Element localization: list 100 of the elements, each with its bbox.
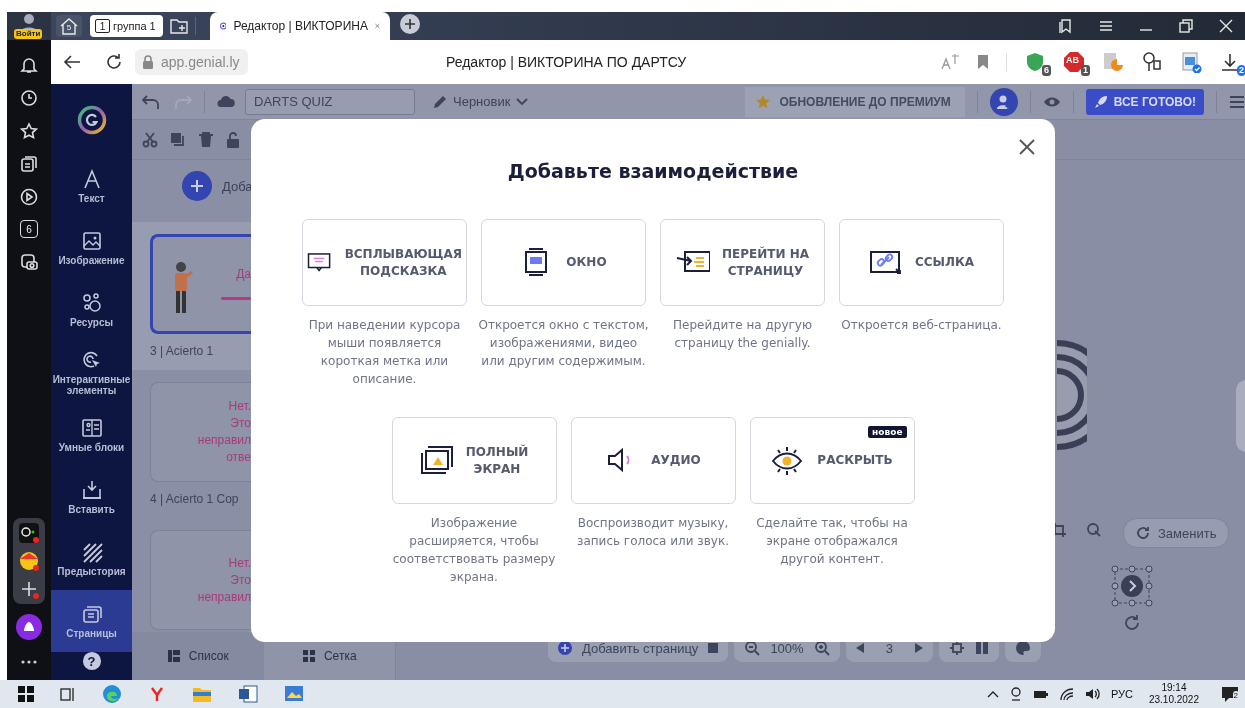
fullscreen-option-icon	[419, 444, 454, 477]
tray-up-icon[interactable]	[986, 690, 999, 698]
home-count: 5	[66, 23, 72, 32]
sidebar-label: Страницы	[66, 628, 117, 640]
sidebar-item[interactable]: Предыстория	[51, 527, 132, 591]
help-button[interactable]: ?	[82, 652, 101, 671]
shield-extension-icon[interactable]	[1024, 51, 1046, 73]
volume-icon[interactable]	[1084, 687, 1101, 701]
collections-icon[interactable]	[20, 155, 38, 173]
reload-icon[interactable]	[105, 53, 123, 71]
clock[interactable]: 19:14 23.10.2022	[1148, 682, 1199, 706]
title-field[interactable]: DARTS QUIZ	[245, 88, 415, 115]
sidebar-item[interactable]: Ресурсы	[51, 279, 132, 342]
close-window-icon[interactable]	[1219, 19, 1233, 33]
cut-icon[interactable]	[142, 131, 158, 148]
new-badge: новое	[868, 426, 907, 438]
interaction-option[interactable]: АУДИО	[570, 417, 736, 504]
zoom-out-icon[interactable]	[744, 640, 761, 656]
login-label[interactable]: Войти	[14, 29, 43, 39]
house-icon	[59, 17, 79, 35]
thumbnail-text: Это	[230, 415, 251, 432]
interaction-option[interactable]: ВСПЛЫВАЮЩАЯ ПОДСКАЗКА	[302, 219, 467, 306]
add-page-button[interactable]	[182, 171, 212, 201]
view-tab[interactable]: Список	[132, 632, 264, 680]
unlock-icon[interactable]	[226, 131, 240, 148]
interaction-option[interactable]: новое РАСКРЫТЬ	[749, 417, 915, 504]
replace-button[interactable]: Заменить	[1123, 518, 1230, 548]
new-tab-icon[interactable]	[399, 14, 420, 34]
menu-icon[interactable]	[1099, 20, 1113, 32]
notifications-icon[interactable]	[20, 56, 38, 74]
tabs-bookmark-icon[interactable]	[1057, 18, 1073, 34]
next-page-icon[interactable]	[914, 643, 923, 653]
fit-screen-icon[interactable]	[948, 640, 965, 656]
bookmark-icon[interactable]	[977, 54, 989, 70]
translate-icon[interactable]	[940, 53, 960, 71]
sidebar-item[interactable]: Изображение	[51, 217, 132, 280]
battery-icon[interactable]	[1032, 688, 1049, 700]
back-icon[interactable]	[63, 54, 81, 70]
windows-start-icon[interactable]	[18, 686, 34, 702]
folder-icon[interactable]	[192, 685, 212, 703]
camera-app-icon[interactable]	[18, 522, 40, 544]
palette-icon[interactable]	[1014, 640, 1031, 656]
screenshot-camera-icon[interactable]	[20, 253, 38, 271]
webcam-icon[interactable]	[1008, 686, 1023, 702]
previous-page-icon[interactable]	[855, 643, 864, 653]
preview-eye-icon[interactable]	[1042, 95, 1061, 108]
undo-icon[interactable]	[142, 93, 160, 110]
image-extension-icon[interactable]	[1180, 51, 1202, 73]
pages-tool-icon	[80, 603, 103, 626]
new-group-icon[interactable]	[168, 17, 189, 35]
interaction-option[interactable]: ПЕРЕЙТИ НА СТРАНИЦУ	[660, 219, 825, 306]
bookmarks-star-icon[interactable]	[20, 122, 38, 140]
home-tab[interactable]: 5	[56, 15, 82, 37]
edge-browser-icon[interactable]	[102, 684, 122, 704]
rocket-icon	[1093, 94, 1108, 109]
zoom-in-icon[interactable]	[813, 640, 830, 656]
add-collaborator-button[interactable]	[989, 87, 1018, 116]
hamburger-menu-icon[interactable]	[1229, 94, 1245, 109]
columns-icon[interactable]	[974, 641, 989, 655]
page-caption: 4 | Acierto 1 Cop	[150, 492, 240, 506]
restore-icon[interactable]	[1179, 19, 1193, 33]
image-app-icon[interactable]	[284, 685, 304, 703]
assistant-icon[interactable]	[16, 614, 42, 640]
input-language[interactable]: РУС	[1110, 688, 1133, 700]
url-text: app.genial.ly	[161, 54, 240, 70]
delete-icon[interactable]	[198, 131, 214, 148]
sidebar-item[interactable]: Текст	[51, 155, 132, 218]
stop-sign-extension-icon[interactable]	[1063, 51, 1085, 73]
sidebar-item[interactable]: Интерактивные элементы	[51, 341, 132, 404]
history-icon[interactable]	[20, 89, 38, 107]
lock-icon	[141, 54, 155, 70]
more-dots-icon[interactable]	[21, 660, 37, 664]
option-description: Воспроизводит музыку, запись голоса или звук.	[576, 515, 730, 550]
tab-group[interactable]: 1 группа 1	[90, 15, 163, 37]
publish-button[interactable]: ВСЕ ГОТОВО!	[1085, 88, 1204, 115]
duplicate-icon[interactable]	[170, 131, 186, 148]
mail-app-icon[interactable]	[18, 550, 40, 572]
extension-badge: 2	[1237, 65, 1245, 76]
extension-label: AB	[1066, 55, 1079, 65]
calendar-day[interactable]: 6	[20, 220, 38, 238]
sidebar-item[interactable]: Страницы	[51, 590, 132, 653]
rotate-icon[interactable]	[1123, 614, 1141, 632]
star-icon	[755, 93, 772, 110]
play-icon[interactable]	[20, 188, 38, 206]
notification-icon[interactable]	[1221, 685, 1239, 703]
browser-tab[interactable]: Редактор | ВИКТОРИНА	[209, 12, 390, 40]
thumbnail-text: неправил	[197, 432, 251, 449]
sidebar-item[interactable]: Вставить	[51, 465, 132, 528]
app-logo-icon[interactable]	[76, 104, 107, 135]
task-view-icon[interactable]	[60, 686, 76, 702]
interaction-option[interactable]: ОКНО	[481, 219, 646, 306]
smart-tool-icon	[80, 416, 103, 439]
sidebar-item[interactable]: Умные блоки	[51, 403, 132, 466]
interaction-option[interactable]: ПОЛНЫЙ ЭКРАН	[391, 417, 557, 504]
word-icon[interactable]	[238, 685, 258, 703]
selection-handles-drawing[interactable]	[1111, 565, 1153, 607]
interaction-option[interactable]: ССЫЛКА	[839, 219, 1004, 306]
wifi-icon[interactable]	[1058, 687, 1075, 701]
close-icon[interactable]	[1019, 139, 1035, 155]
yandex-browser-icon[interactable]	[148, 685, 166, 703]
